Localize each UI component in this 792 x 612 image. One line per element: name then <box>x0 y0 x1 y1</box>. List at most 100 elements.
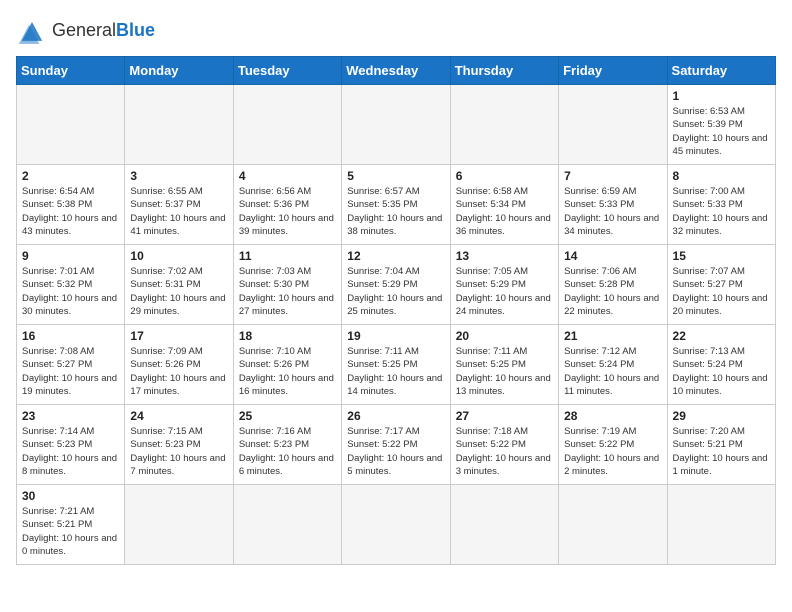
week-row-5: 23 Sunrise: 7:14 AM Sunset: 5:23 PM Dayli… <box>17 405 776 485</box>
day-info: Sunrise: 6:58 AM Sunset: 5:34 PM Dayligh… <box>456 185 553 238</box>
weekday-header-wednesday: Wednesday <box>342 57 450 85</box>
calendar-cell: 3Sunrise: 6:55 AM Sunset: 5:37 PM Daylig… <box>125 165 233 245</box>
day-info: Sunrise: 7:11 AM Sunset: 5:25 PM Dayligh… <box>456 345 553 398</box>
calendar-cell <box>342 485 450 565</box>
calendar-cell: 8 Sunrise: 7:00 AM Sunset: 5:33 PM Daylig… <box>667 165 775 245</box>
weekday-header-thursday: Thursday <box>450 57 558 85</box>
day-number: 8 <box>673 169 770 183</box>
calendar-cell: 2Sunrise: 6:54 AM Sunset: 5:38 PM Daylig… <box>17 165 125 245</box>
calendar-cell: 4 Sunrise: 6:56 AM Sunset: 5:36 PM Daylig… <box>233 165 341 245</box>
day-number: 16 <box>22 329 119 343</box>
day-number: 22 <box>673 329 770 343</box>
calendar-cell: 27 Sunrise: 7:18 AM Sunset: 5:22 PM Dayli… <box>450 405 558 485</box>
calendar-cell: 16 Sunrise: 7:08 AM Sunset: 5:27 PM Dayli… <box>17 325 125 405</box>
day-number: 27 <box>456 409 553 423</box>
day-info: Sunrise: 7:09 AM Sunset: 5:26 PM Dayligh… <box>130 345 227 398</box>
calendar-cell: 10Sunrise: 7:02 AM Sunset: 5:31 PM Dayli… <box>125 245 233 325</box>
day-info: Sunrise: 7:03 AM Sunset: 5:30 PM Dayligh… <box>239 265 336 318</box>
calendar-cell <box>233 85 341 165</box>
calendar-cell: 23 Sunrise: 7:14 AM Sunset: 5:23 PM Dayli… <box>17 405 125 485</box>
calendar-cell <box>125 485 233 565</box>
weekday-header-row: SundayMondayTuesdayWednesdayThursdayFrid… <box>17 57 776 85</box>
logo-text: GeneralBlue <box>52 20 155 41</box>
calendar-cell <box>233 485 341 565</box>
weekday-header-friday: Friday <box>559 57 667 85</box>
day-number: 15 <box>673 249 770 263</box>
day-info: Sunrise: 6:59 AM Sunset: 5:33 PM Dayligh… <box>564 185 661 238</box>
day-info: Sunrise: 7:01 AM Sunset: 5:32 PM Dayligh… <box>22 265 119 318</box>
calendar-cell: 24 Sunrise: 7:15 AM Sunset: 5:23 PM Dayli… <box>125 405 233 485</box>
day-number: 26 <box>347 409 444 423</box>
weekday-header-tuesday: Tuesday <box>233 57 341 85</box>
calendar-cell: 25 Sunrise: 7:16 AM Sunset: 5:23 PM Dayli… <box>233 405 341 485</box>
day-number: 21 <box>564 329 661 343</box>
day-number: 17 <box>130 329 227 343</box>
day-number: 30 <box>22 489 119 503</box>
day-number: 7 <box>564 169 661 183</box>
day-number: 24 <box>130 409 227 423</box>
calendar-cell: 1 Sunrise: 6:53 AM Sunset: 5:39 PM Daylig… <box>667 85 775 165</box>
week-row-3: 9 Sunrise: 7:01 AM Sunset: 5:32 PM Daylig… <box>17 245 776 325</box>
calendar-cell: 17 Sunrise: 7:09 AM Sunset: 5:26 PM Dayli… <box>125 325 233 405</box>
calendar-cell <box>559 485 667 565</box>
day-number: 13 <box>456 249 553 263</box>
calendar-table: SundayMondayTuesdayWednesdayThursdayFrid… <box>16 56 776 565</box>
calendar-cell: 12 Sunrise: 7:04 AM Sunset: 5:29 PM Dayli… <box>342 245 450 325</box>
calendar-cell: 11Sunrise: 7:03 AM Sunset: 5:30 PM Dayli… <box>233 245 341 325</box>
day-info: Sunrise: 7:18 AM Sunset: 5:22 PM Dayligh… <box>456 425 553 478</box>
day-info: Sunrise: 7:14 AM Sunset: 5:23 PM Dayligh… <box>22 425 119 478</box>
logo-icon <box>16 16 48 44</box>
day-info: Sunrise: 7:00 AM Sunset: 5:33 PM Dayligh… <box>673 185 770 238</box>
day-info: Sunrise: 6:57 AM Sunset: 5:35 PM Dayligh… <box>347 185 444 238</box>
day-info: Sunrise: 7:16 AM Sunset: 5:23 PM Dayligh… <box>239 425 336 478</box>
day-info: Sunrise: 7:08 AM Sunset: 5:27 PM Dayligh… <box>22 345 119 398</box>
day-info: Sunrise: 6:55 AM Sunset: 5:37 PM Dayligh… <box>130 185 227 238</box>
day-number: 4 <box>239 169 336 183</box>
day-number: 1 <box>673 89 770 103</box>
calendar-cell <box>450 485 558 565</box>
calendar-cell: 9 Sunrise: 7:01 AM Sunset: 5:32 PM Daylig… <box>17 245 125 325</box>
day-info: Sunrise: 7:04 AM Sunset: 5:29 PM Dayligh… <box>347 265 444 318</box>
calendar-cell: 22 Sunrise: 7:13 AM Sunset: 5:24 PM Dayli… <box>667 325 775 405</box>
calendar-cell <box>667 485 775 565</box>
weekday-header-saturday: Saturday <box>667 57 775 85</box>
calendar-cell <box>17 85 125 165</box>
day-info: Sunrise: 7:20 AM Sunset: 5:21 PM Dayligh… <box>673 425 770 478</box>
day-number: 29 <box>673 409 770 423</box>
weekday-header-sunday: Sunday <box>17 57 125 85</box>
day-number: 25 <box>239 409 336 423</box>
calendar-cell: 5 Sunrise: 6:57 AM Sunset: 5:35 PM Daylig… <box>342 165 450 245</box>
day-info: Sunrise: 7:06 AM Sunset: 5:28 PM Dayligh… <box>564 265 661 318</box>
day-number: 12 <box>347 249 444 263</box>
day-info: Sunrise: 7:15 AM Sunset: 5:23 PM Dayligh… <box>130 425 227 478</box>
day-number: 9 <box>22 249 119 263</box>
calendar-cell: 20Sunrise: 7:11 AM Sunset: 5:25 PM Dayli… <box>450 325 558 405</box>
calendar-cell: 21Sunrise: 7:12 AM Sunset: 5:24 PM Dayli… <box>559 325 667 405</box>
day-number: 5 <box>347 169 444 183</box>
calendar-cell: 19Sunrise: 7:11 AM Sunset: 5:25 PM Dayli… <box>342 325 450 405</box>
calendar-cell: 18Sunrise: 7:10 AM Sunset: 5:26 PM Dayli… <box>233 325 341 405</box>
page-header: GeneralBlue <box>16 16 776 44</box>
day-info: Sunrise: 7:17 AM Sunset: 5:22 PM Dayligh… <box>347 425 444 478</box>
day-number: 19 <box>347 329 444 343</box>
day-info: Sunrise: 7:05 AM Sunset: 5:29 PM Dayligh… <box>456 265 553 318</box>
calendar-cell: 29 Sunrise: 7:20 AM Sunset: 5:21 PM Dayli… <box>667 405 775 485</box>
week-row-4: 16 Sunrise: 7:08 AM Sunset: 5:27 PM Dayli… <box>17 325 776 405</box>
calendar-cell <box>559 85 667 165</box>
week-row-6: 30 Sunrise: 7:21 AM Sunset: 5:21 PM Dayli… <box>17 485 776 565</box>
day-number: 6 <box>456 169 553 183</box>
day-info: Sunrise: 6:54 AM Sunset: 5:38 PM Dayligh… <box>22 185 119 238</box>
day-info: Sunrise: 6:56 AM Sunset: 5:36 PM Dayligh… <box>239 185 336 238</box>
week-row-1: 1 Sunrise: 6:53 AM Sunset: 5:39 PM Daylig… <box>17 85 776 165</box>
day-info: Sunrise: 7:21 AM Sunset: 5:21 PM Dayligh… <box>22 505 119 558</box>
day-number: 28 <box>564 409 661 423</box>
day-info: Sunrise: 7:19 AM Sunset: 5:22 PM Dayligh… <box>564 425 661 478</box>
week-row-2: 2Sunrise: 6:54 AM Sunset: 5:38 PM Daylig… <box>17 165 776 245</box>
calendar-cell <box>342 85 450 165</box>
day-number: 23 <box>22 409 119 423</box>
weekday-header-monday: Monday <box>125 57 233 85</box>
day-info: Sunrise: 6:53 AM Sunset: 5:39 PM Dayligh… <box>673 105 770 158</box>
calendar-cell <box>450 85 558 165</box>
day-info: Sunrise: 7:10 AM Sunset: 5:26 PM Dayligh… <box>239 345 336 398</box>
day-info: Sunrise: 7:13 AM Sunset: 5:24 PM Dayligh… <box>673 345 770 398</box>
